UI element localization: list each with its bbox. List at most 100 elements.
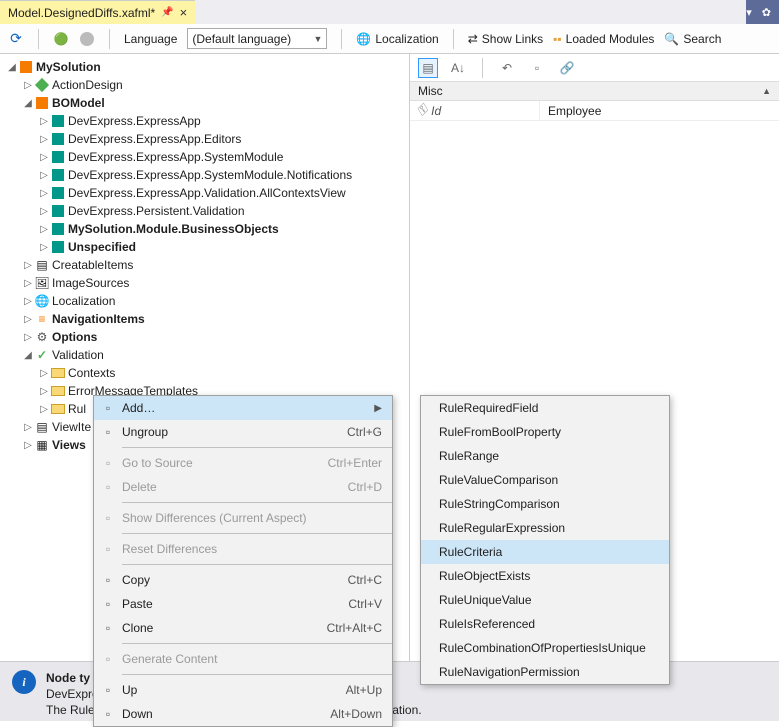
expander-icon[interactable]: ◢ bbox=[6, 62, 18, 73]
expander-icon[interactable]: ▷ bbox=[22, 440, 34, 451]
gear-icon[interactable]: ✿ bbox=[762, 6, 771, 19]
sort-icon[interactable]: A↓ bbox=[448, 58, 468, 78]
context-menu[interactable]: ▫Add…▶▫UngroupCtrl+G▫Go to SourceCtrl+En… bbox=[93, 395, 393, 727]
context-submenu-item[interactable]: RuleStringComparison bbox=[421, 492, 669, 516]
tree-root[interactable]: ◢ MySolution bbox=[6, 58, 409, 76]
undo-icon[interactable]: ↶ bbox=[497, 58, 517, 78]
refresh-icon[interactable]: ⟳ bbox=[8, 31, 24, 47]
tree-localization[interactable]: ▷ 🌐 Localization bbox=[6, 292, 409, 310]
context-submenu-item[interactable]: RuleCombinationOfPropertiesIsUnique bbox=[421, 636, 669, 660]
tree-bomodel-item[interactable]: ▷DevExpress.ExpressApp.Validation.AllCon… bbox=[6, 184, 409, 202]
context-menu-item[interactable]: ▫DownAlt+Down bbox=[94, 702, 392, 726]
tree-imagesources[interactable]: ▷ 🖼 ImageSources bbox=[6, 274, 409, 292]
info-icon: i bbox=[12, 670, 36, 694]
expander-icon[interactable]: ▷ bbox=[22, 80, 34, 91]
expander-icon[interactable]: ▷ bbox=[38, 188, 50, 199]
context-menu-item[interactable]: ▫CloneCtrl+Alt+C bbox=[94, 616, 392, 640]
expander-icon[interactable]: ▷ bbox=[38, 206, 50, 217]
tree-navigationitems[interactable]: ▷ ≡ NavigationItems bbox=[6, 310, 409, 328]
tree-creatableitems[interactable]: ▷ ▤ CreatableItems bbox=[6, 256, 409, 274]
categorized-icon[interactable]: ▤ bbox=[418, 58, 438, 78]
expander-icon[interactable]: ▷ bbox=[22, 422, 34, 433]
tree-bomodel-item[interactable]: ▷DevExpress.ExpressApp.SystemModule.Noti… bbox=[6, 166, 409, 184]
tree-bomodel-item[interactable]: ▷DevExpress.ExpressApp.Editors bbox=[6, 130, 409, 148]
property-row[interactable]: ⚿ Id Employee bbox=[410, 101, 779, 121]
namespace-icon bbox=[52, 169, 64, 181]
menu-item-label: Add… bbox=[122, 401, 374, 415]
menu-item-shortcut: Ctrl+C bbox=[348, 573, 382, 587]
localization-button[interactable]: 🌐 Localization bbox=[356, 32, 438, 46]
expander-icon[interactable]: ▷ bbox=[38, 242, 50, 253]
tree-actiondesign[interactable]: ▷ ActionDesign bbox=[6, 76, 409, 94]
property-section-header[interactable]: Misc ▲ bbox=[410, 82, 779, 101]
context-submenu-item[interactable]: RuleRequiredField bbox=[421, 396, 669, 420]
menu-item-label: Ungroup bbox=[122, 425, 347, 439]
expander-icon[interactable]: ▷ bbox=[38, 386, 50, 397]
context-menu-item[interactable]: ▫PasteCtrl+V bbox=[94, 592, 392, 616]
tree-bomodel-item[interactable]: ▷DevExpress.ExpressApp.SystemModule bbox=[6, 148, 409, 166]
context-menu-item[interactable]: ▫CopyCtrl+C bbox=[94, 568, 392, 592]
context-menu-item[interactable]: ▫UpAlt+Up bbox=[94, 678, 392, 702]
context-submenu-item[interactable]: RuleNavigationPermission bbox=[421, 660, 669, 684]
namespace-icon bbox=[52, 241, 64, 253]
context-submenu[interactable]: RuleRequiredFieldRuleFromBoolPropertyRul… bbox=[420, 395, 670, 685]
context-menu-item[interactable]: ▫Add…▶ bbox=[94, 396, 392, 420]
property-value[interactable]: Employee bbox=[540, 101, 779, 120]
expander-icon[interactable]: ▷ bbox=[38, 116, 50, 127]
menu-item-icon: ▫ bbox=[94, 707, 122, 721]
expander-icon[interactable]: ▷ bbox=[22, 314, 34, 325]
context-submenu-item[interactable]: RuleCriteria bbox=[421, 540, 669, 564]
expander-icon[interactable]: ▷ bbox=[38, 152, 50, 163]
menu-item-label: Go to Source bbox=[122, 456, 328, 470]
menu-item-icon: ▫ bbox=[94, 542, 122, 556]
menu-item-icon: ▫ bbox=[94, 480, 122, 494]
context-submenu-item[interactable]: RuleUniqueValue bbox=[421, 588, 669, 612]
close-icon[interactable]: × bbox=[180, 5, 188, 20]
expander-icon[interactable]: ▷ bbox=[22, 332, 34, 343]
loaded-modules-button[interactable]: ▪▪ Loaded Modules bbox=[553, 32, 654, 46]
folder-icon bbox=[51, 386, 65, 396]
tree-options[interactable]: ▷ ⚙ Options bbox=[6, 328, 409, 346]
context-submenu-item[interactable]: RuleRegularExpression bbox=[421, 516, 669, 540]
forward-icon[interactable]: 🟢 bbox=[53, 31, 69, 47]
expander-icon[interactable]: ▷ bbox=[38, 170, 50, 181]
menu-item-label: Up bbox=[122, 683, 346, 697]
expander-icon[interactable]: ▷ bbox=[22, 296, 34, 307]
menu-item-icon: ▫ bbox=[94, 425, 122, 439]
show-links-button[interactable]: ⇄ Show Links bbox=[468, 32, 543, 46]
context-menu-item: ▫Show Differences (Current Aspect) bbox=[94, 506, 392, 530]
pin-icon[interactable]: 📌 bbox=[161, 7, 173, 18]
tree-validation-item[interactable]: ▷Contexts bbox=[6, 364, 409, 382]
tree-bomodel-item[interactable]: ▷DevExpress.ExpressApp bbox=[6, 112, 409, 130]
save-icon[interactable]: ▫ bbox=[527, 58, 547, 78]
back-icon[interactable] bbox=[80, 32, 94, 46]
language-select[interactable]: (Default language) ▼ bbox=[187, 28, 327, 49]
expander-icon[interactable]: ▷ bbox=[22, 260, 34, 271]
namespace-icon bbox=[52, 187, 64, 199]
search-button[interactable]: 🔍 Search bbox=[664, 32, 721, 46]
context-submenu-item[interactable]: RuleObjectExists bbox=[421, 564, 669, 588]
context-submenu-item[interactable]: RuleRange bbox=[421, 444, 669, 468]
tree-item-label: MySolution.Module.BusinessObjects bbox=[68, 222, 279, 236]
context-submenu-item[interactable]: RuleFromBoolProperty bbox=[421, 420, 669, 444]
expander-icon[interactable]: ▷ bbox=[38, 404, 50, 415]
tree-bomodel-item[interactable]: ▷ MySolution.Module.BusinessObjects bbox=[6, 220, 409, 238]
expander-icon[interactable]: ◢ bbox=[22, 98, 34, 109]
document-tab[interactable]: Model.DesignedDiffs.xafml* 📌 × bbox=[0, 0, 195, 24]
expander-icon[interactable]: ▷ bbox=[38, 134, 50, 145]
tree-validation[interactable]: ◢ ✓ Validation bbox=[6, 346, 409, 364]
context-menu-item[interactable]: ▫UngroupCtrl+G bbox=[94, 420, 392, 444]
link-icon[interactable]: 🔗 bbox=[557, 58, 577, 78]
tree-bomodel[interactable]: ◢ BOModel bbox=[6, 94, 409, 112]
tree-bomodel-item[interactable]: ▷DevExpress.Persistent.Validation bbox=[6, 202, 409, 220]
expander-icon[interactable]: ▷ bbox=[38, 224, 50, 235]
menu-item-label: Generate Content bbox=[122, 652, 382, 666]
expander-icon[interactable]: ◢ bbox=[22, 350, 34, 361]
context-submenu-item[interactable]: RuleIsReferenced bbox=[421, 612, 669, 636]
context-submenu-item[interactable]: RuleValueComparison bbox=[421, 468, 669, 492]
tree-bomodel-item[interactable]: ▷Unspecified bbox=[6, 238, 409, 256]
expander-icon[interactable]: ▷ bbox=[38, 368, 50, 379]
dropdown-icon[interactable]: ▾ bbox=[746, 6, 752, 19]
expander-icon[interactable]: ▷ bbox=[22, 278, 34, 289]
globe-icon: 🌐 bbox=[34, 293, 50, 309]
